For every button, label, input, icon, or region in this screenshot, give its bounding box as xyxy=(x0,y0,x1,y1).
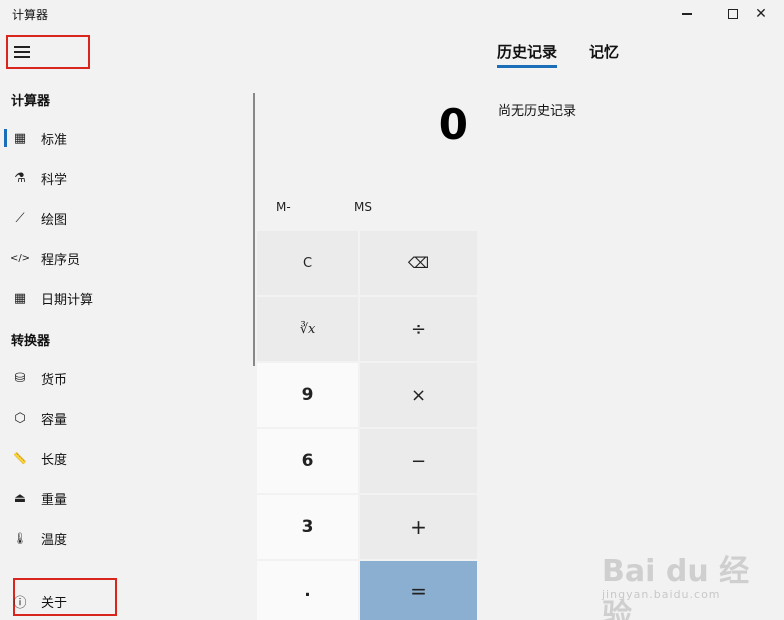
plus-label: + xyxy=(410,515,427,539)
flask-icon: ⚗ xyxy=(14,170,26,186)
cube-root-button[interactable]: ∛x xyxy=(257,297,358,361)
section-header-calculators: 计算器 xyxy=(11,94,51,109)
nav-item-currency[interactable]: ⛁ 货币 xyxy=(0,361,252,395)
key-6-button[interactable]: 6 xyxy=(257,429,358,493)
plus-button[interactable]: + xyxy=(360,495,477,559)
menu-button[interactable] xyxy=(6,35,90,69)
nav-item-programmer[interactable]: </> 程序员 xyxy=(0,241,252,275)
watermark-logo: Bai du 经验 xyxy=(602,554,750,620)
history-empty-message: 尚无历史记录 xyxy=(498,104,577,119)
nav-item-label: 容量 xyxy=(41,412,68,428)
nav-scrollbar[interactable] xyxy=(253,93,255,366)
nav-item-label: 科学 xyxy=(41,172,68,188)
section-header-converters: 转换器 xyxy=(11,334,51,349)
baidu-watermark: Bai du 经验 jingyan.baidu.com xyxy=(602,538,752,620)
cube-root-label: ∛x xyxy=(299,321,316,337)
calendar-icon: ▦ xyxy=(13,290,27,306)
info-icon: ⓘ xyxy=(13,595,27,611)
divide-label: ÷ xyxy=(410,318,427,340)
minus-label: − xyxy=(410,450,427,472)
cube-icon: ⬡ xyxy=(14,410,26,426)
memory-minus-button[interactable]: M- xyxy=(276,200,291,214)
nav-item-label: 绘图 xyxy=(41,212,68,228)
window-title: 计算器 xyxy=(12,8,49,22)
nav-item-label: 程序员 xyxy=(41,252,81,268)
nav-item-label: 重量 xyxy=(41,492,68,508)
nav-item-label: 关于 xyxy=(41,595,68,611)
currency-icon: ⛁ xyxy=(14,370,26,386)
multiply-button[interactable]: × xyxy=(360,363,477,427)
graph-icon: ⟋ xyxy=(15,210,25,226)
nav-item-about[interactable]: ⓘ 关于 xyxy=(0,584,252,618)
divide-button[interactable]: ÷ xyxy=(360,297,477,361)
clear-button[interactable]: C xyxy=(257,231,358,295)
nav-item-graphing[interactable]: ⟋ 绘图 xyxy=(0,201,252,235)
nav-item-date-calculation[interactable]: ▦ 日期计算 xyxy=(0,281,252,315)
nav-item-label: 长度 xyxy=(41,452,68,468)
watermark-url: jingyan.baidu.com xyxy=(602,588,721,601)
title-bar: 计算器 ✕ xyxy=(0,0,784,30)
decimal-button[interactable]: . xyxy=(257,561,358,620)
thermometer-icon: 🌡 xyxy=(13,531,27,545)
minimize-button[interactable] xyxy=(664,0,710,28)
nav-item-volume[interactable]: ⬡ 容量 xyxy=(0,401,252,435)
navigation-pane: 计算器 ▦ 标准 ⚗ 科学 ⟋ 绘图 </> 程序员 ▦ 日期计算 转换器 ⛁ … xyxy=(0,30,252,620)
nav-item-temperature[interactable]: 🌡 温度 xyxy=(0,521,252,555)
equals-label: = xyxy=(410,578,427,603)
weight-icon: ⏏ xyxy=(13,490,27,506)
nav-item-weight[interactable]: ⏏ 重量 xyxy=(0,481,252,515)
calculator-icon: ▦ xyxy=(13,130,27,146)
nav-item-length[interactable]: 📏 长度 xyxy=(0,441,252,475)
maximize-icon xyxy=(728,9,738,19)
ruler-icon: 📏 xyxy=(13,451,27,465)
active-tab-indicator xyxy=(497,65,557,68)
key-6-label: 6 xyxy=(301,451,314,471)
backspace-icon: ⌫ xyxy=(407,254,430,272)
key-9-button[interactable]: 9 xyxy=(257,363,358,427)
nav-item-label: 温度 xyxy=(41,532,68,548)
active-item-indicator xyxy=(4,129,7,147)
equals-button[interactable]: = xyxy=(360,561,477,620)
nav-item-scientific[interactable]: ⚗ 科学 xyxy=(0,161,252,195)
key-9-label: 9 xyxy=(301,385,314,405)
key-3-button[interactable]: 3 xyxy=(257,495,358,559)
hamburger-menu-icon xyxy=(14,46,30,61)
code-icon: </> xyxy=(9,252,31,264)
clear-label: C xyxy=(302,255,313,271)
memory-store-button[interactable]: MS xyxy=(354,200,372,214)
close-icon: ✕ xyxy=(755,6,767,22)
backspace-button[interactable]: ⌫ xyxy=(360,231,477,295)
key-3-label: 3 xyxy=(301,517,314,537)
display-value: 0 xyxy=(438,100,468,149)
multiply-label: × xyxy=(410,384,427,406)
minus-button[interactable]: − xyxy=(360,429,477,493)
nav-item-label: 日期计算 xyxy=(41,292,94,308)
tab-memory[interactable]: 记忆 xyxy=(589,41,619,62)
nav-item-standard[interactable]: ▦ 标准 xyxy=(0,121,252,155)
close-button[interactable]: ✕ xyxy=(738,0,784,28)
nav-item-label: 标准 xyxy=(41,132,68,148)
minimize-icon xyxy=(682,13,692,15)
decimal-label: . xyxy=(304,580,311,601)
tab-history[interactable]: 历史记录 xyxy=(497,41,557,62)
nav-item-label: 货币 xyxy=(41,372,68,388)
